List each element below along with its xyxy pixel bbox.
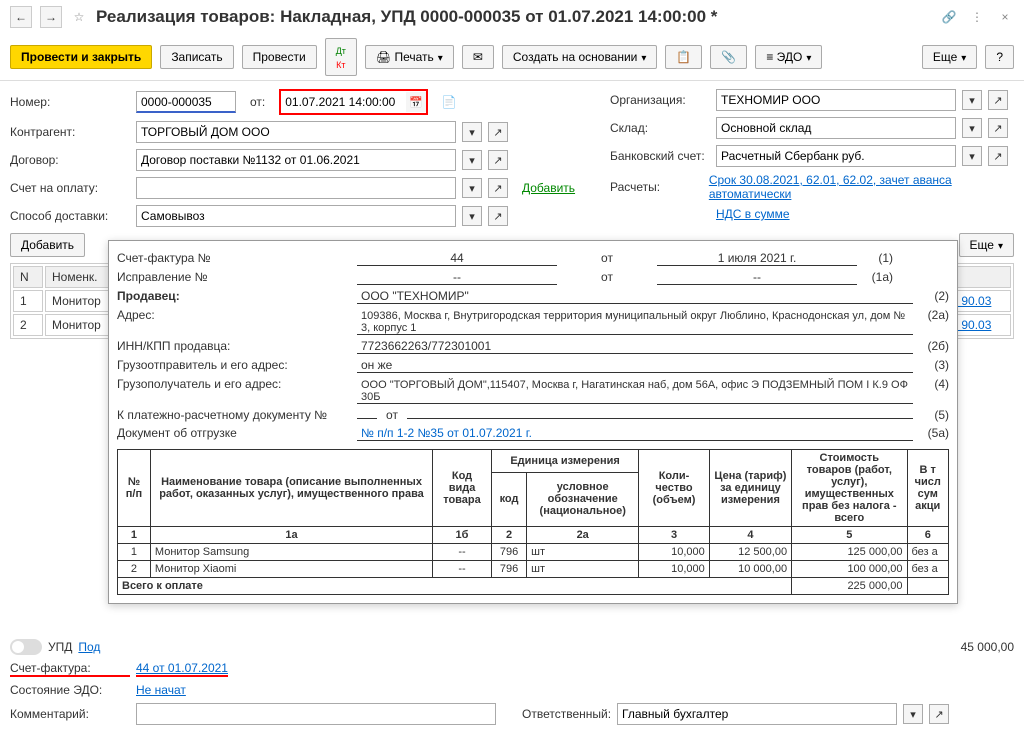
mail-button[interactable]: ✉ (462, 45, 494, 69)
copy-button[interactable]: 📋 (665, 45, 702, 69)
counterparty-label: Контрагент: (10, 125, 130, 139)
open-icon[interactable]: ↗ (988, 146, 1008, 166)
save-button[interactable]: Записать (160, 45, 233, 69)
bank-input[interactable] (716, 145, 956, 167)
post-button[interactable]: Провести (242, 45, 317, 69)
dtkt-button[interactable]: ДтКт (325, 38, 357, 76)
calc-label: Расчеты: (610, 180, 703, 194)
pod-link[interactable]: Под (78, 640, 100, 654)
open-icon[interactable]: ↗ (988, 118, 1008, 138)
table-row: 1Монитор Samsung--796шт10,00012 500,0012… (118, 544, 949, 561)
shipdoc-label: Документ об отгрузке (117, 426, 357, 440)
add-link[interactable]: Добавить (522, 181, 575, 195)
add-button[interactable]: Добавить (10, 233, 85, 257)
resp-label: Ответственный: (522, 707, 611, 721)
bank-label: Банковский счет: (610, 149, 710, 163)
inn-label: ИНН/КПП продавца: (117, 339, 357, 353)
sf-label: Счет-фактура № (117, 251, 357, 265)
date-input[interactable] (281, 91, 406, 113)
dropdown-icon[interactable]: ▾ (462, 150, 482, 170)
vat-link[interactable]: НДС в сумме (716, 207, 790, 221)
open-icon[interactable]: ↗ (488, 150, 508, 170)
attach-button[interactable]: 📎 (710, 45, 747, 69)
payment-label: К платежно-расчетному документу № (117, 408, 357, 422)
contract-label: Договор: (10, 153, 130, 167)
corr-label: Исправление № (117, 270, 357, 284)
table-row: 2Монитор Xiaomi--796шт10,00010 000,00100… (118, 561, 949, 578)
resp-input[interactable] (617, 703, 897, 725)
calendar-icon[interactable]: 📅 (406, 92, 426, 112)
create-based-button[interactable]: Создать на основании (502, 45, 658, 69)
addr-label: Адрес: (117, 308, 357, 322)
delivery-input[interactable] (136, 205, 456, 227)
post-close-button[interactable]: Провести и закрыть (10, 45, 152, 69)
dropdown-icon[interactable]: ▾ (462, 178, 482, 198)
help-button[interactable]: ? (985, 45, 1014, 69)
dropdown-icon[interactable]: ▾ (462, 206, 482, 226)
dropdown-icon[interactable]: ▾ (962, 90, 982, 110)
dropdown-icon[interactable]: ▾ (962, 146, 982, 166)
invoice-link[interactable]: 44 от 01.07.2021 (136, 661, 228, 677)
invoice-account-label: Счет на оплату: (10, 181, 130, 195)
invoice-label: Счет-фактура: (10, 661, 130, 677)
consignee-label: Грузополучатель и его адрес: (117, 377, 357, 391)
open-icon[interactable]: ↗ (988, 90, 1008, 110)
edo-button[interactable]: ≡ ЭДО (755, 45, 822, 69)
open-icon[interactable]: ↗ (488, 122, 508, 142)
upd-label: УПД (48, 640, 72, 654)
org-input[interactable] (716, 89, 956, 111)
seller-label: Продавец: (117, 289, 357, 303)
open-icon[interactable]: ↗ (488, 178, 508, 198)
link-icon[interactable]: 🔗 (940, 8, 958, 26)
counterparty-input[interactable] (136, 121, 456, 143)
col-n: N (13, 266, 43, 288)
number-label: Номер: (10, 95, 130, 109)
calc-link[interactable]: Срок 30.08.2021, 62.01, 62.02, зачет ава… (709, 173, 1014, 201)
warehouse-input[interactable] (716, 117, 956, 139)
invoice-preview-overlay: Счет-фактура № 44 от 1 июля 2021 г. (1) … (108, 240, 958, 604)
posted-icon: 📄 (440, 93, 458, 111)
dropdown-icon[interactable]: ▾ (903, 704, 923, 724)
delivery-label: Способ доставки: (10, 209, 130, 223)
more-button-2[interactable]: Еще (959, 233, 1014, 257)
comment-input[interactable] (136, 703, 496, 725)
more-button[interactable]: Еще (922, 45, 977, 69)
forward-button[interactable]: → (40, 6, 62, 28)
warehouse-label: Склад: (610, 121, 710, 135)
invoice-items-table: № п/п Наименование товара (описание выпо… (117, 449, 949, 595)
menu-icon[interactable]: ⋮ (968, 8, 986, 26)
edo-state-link[interactable]: Не начат (136, 683, 186, 697)
edo-state-label: Состояние ЭДО: (10, 683, 130, 697)
open-icon[interactable]: ↗ (488, 206, 508, 226)
print-button[interactable]: 🖨 Печать (365, 45, 454, 69)
contract-input[interactable] (136, 149, 456, 171)
dropdown-icon[interactable]: ▾ (962, 118, 982, 138)
invoice-account-input[interactable] (136, 177, 456, 199)
open-icon[interactable]: ↗ (929, 704, 949, 724)
total-amount: 45 000,00 (961, 640, 1014, 654)
dropdown-icon[interactable]: ▾ (462, 122, 482, 142)
number-input[interactable] (136, 91, 236, 113)
comment-label: Комментарий: (10, 707, 130, 721)
from-label: от: (250, 95, 265, 109)
shipper-label: Грузоотправитель и его адрес: (117, 358, 357, 372)
close-icon[interactable]: × (996, 8, 1014, 26)
star-icon[interactable]: ☆ (70, 8, 88, 26)
org-label: Организация: (610, 93, 710, 107)
page-title: Реализация товаров: Накладная, УПД 0000-… (96, 7, 932, 27)
back-button[interactable]: ← (10, 6, 32, 28)
upd-toggle[interactable] (10, 639, 42, 655)
